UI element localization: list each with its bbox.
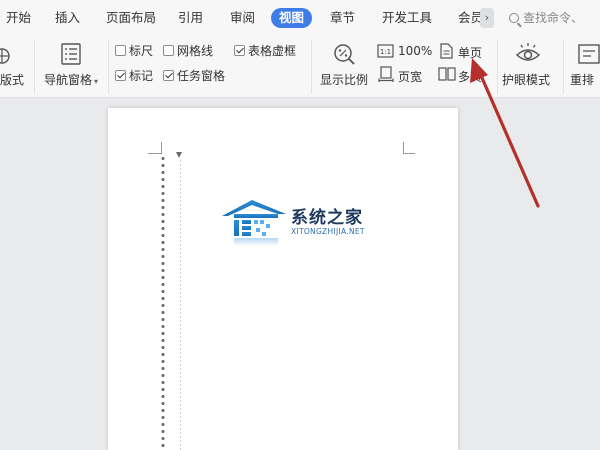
task-pane-checkbox[interactable]: 任务窗格 — [163, 68, 225, 84]
crop-mark-top-right — [403, 142, 415, 154]
separator — [108, 40, 109, 94]
paragraph-marks — [159, 155, 167, 450]
ruler-checkbox[interactable]: 标尺 — [115, 43, 153, 59]
checkbox-icon — [163, 45, 174, 56]
search-icon — [509, 13, 519, 23]
search-box[interactable]: 查找命令、 — [509, 8, 583, 28]
tab-chapter[interactable]: 章节 — [330, 8, 355, 28]
gridlines-checkbox[interactable]: 网格线 — [163, 43, 213, 59]
zoom-100-label[interactable]: 100% — [398, 44, 432, 58]
navigation-pane-button[interactable]: 导航窗格 ▾ — [44, 71, 98, 88]
watermark-subtitle: XITONGZHIJIA.NET — [291, 227, 365, 236]
tab-start[interactable]: 开始 — [6, 8, 31, 28]
tab-references[interactable]: 引用 — [178, 8, 203, 28]
tab-view[interactable]: 视图 — [271, 8, 313, 28]
separator — [563, 40, 564, 94]
marks-checkbox[interactable]: 标记 — [115, 68, 153, 84]
tab-member[interactable]: 会员 — [458, 8, 480, 28]
checkbox-checked-icon — [163, 70, 174, 81]
tab-developer[interactable]: 开发工具 — [382, 8, 432, 28]
rearrange-icon[interactable] — [576, 43, 600, 65]
checkbox-checked-icon — [115, 70, 126, 81]
zoom-100-icon[interactable]: 1:1 — [377, 44, 395, 58]
search-placeholder: 查找命令、 — [523, 11, 584, 25]
crop-mark-top-left — [148, 142, 162, 154]
multi-page-icon[interactable] — [438, 67, 456, 81]
separator — [311, 40, 312, 94]
single-page-icon[interactable] — [440, 43, 453, 59]
navigation-pane-label: 导航窗格 — [44, 73, 93, 87]
rearrange-label[interactable]: 重排 — [570, 71, 600, 88]
ruler-label: 标尺 — [129, 44, 154, 58]
layout-icon[interactable] — [0, 43, 12, 65]
dropdown-arrow-icon: ▾ — [94, 77, 99, 86]
table-gridline — [180, 160, 181, 450]
zoom-ratio-label[interactable]: 显示比例 — [320, 71, 368, 88]
task-pane-label: 任务窗格 — [177, 69, 226, 83]
house-logo-icon — [222, 200, 286, 246]
page-width-icon[interactable] — [378, 66, 394, 82]
checkbox-icon — [115, 45, 126, 56]
checkbox-checked-icon — [234, 45, 245, 56]
annotation-arrow-icon — [470, 58, 540, 208]
chevron-right-icon[interactable]: › — [480, 8, 494, 28]
ribbon-tab-bar: 开始 插入 页面布局 引用 审阅 视图 章节 开发工具 会员 › 查找命令、 — [0, 0, 600, 34]
marks-label: 标记 — [129, 69, 154, 83]
page-width-label[interactable]: 页宽 — [398, 68, 422, 85]
table-gridlines-checkbox[interactable]: 表格虚框 — [234, 43, 296, 59]
tab-insert[interactable]: 插入 — [55, 8, 80, 28]
tab-review[interactable]: 审阅 — [230, 8, 255, 28]
navigation-pane-icon[interactable] — [61, 43, 81, 65]
layout-label[interactable]: 版式 — [0, 71, 24, 88]
tab-page-layout[interactable]: 页面布局 — [106, 8, 156, 28]
gridlines-label: 网格线 — [177, 44, 214, 58]
watermark-title: 系统之家 — [291, 208, 363, 228]
separator — [34, 40, 35, 94]
table-gridlines-label: 表格虚框 — [248, 44, 297, 58]
zoom-ratio-icon[interactable] — [332, 42, 356, 66]
svg-text:1:1: 1:1 — [380, 48, 391, 56]
